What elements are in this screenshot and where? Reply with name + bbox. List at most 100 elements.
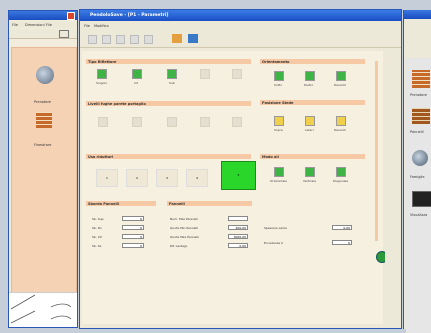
right-label-pannelli: Pannelli (410, 130, 424, 134)
btn-disabled-2 (232, 69, 242, 79)
field-num-max[interactable] (228, 216, 248, 221)
label-sb-sup: Sb. Sup. (92, 217, 105, 221)
riduttore-4[interactable]: 4 (186, 169, 208, 187)
parameters-panel: Tipo Riflettore Singolo Inf Sub Livelli … (82, 51, 388, 324)
left-menubar: File Dimensioni File (9, 21, 77, 28)
label-davanti-2: Davanti (334, 128, 346, 132)
label-sb-sx: Sb. Sx (92, 244, 102, 248)
left-item-panel: Prenotare Finestrare (11, 47, 77, 303)
label-sub: Sub (169, 81, 175, 85)
livelli-btn-5 (232, 117, 242, 127)
label-inf: Inf (134, 81, 138, 85)
label-quota-min: Quota Min Pannelli (170, 226, 199, 230)
cut-icon[interactable] (130, 35, 139, 44)
right-label-prenotare: Prenotare (410, 93, 427, 97)
menu-file[interactable]: File (12, 23, 18, 27)
field-sb-inf[interactable]: 0 (122, 234, 144, 239)
label-eccedenza: Eccedenza X (264, 241, 284, 245)
group-title-tipo-riflettore: Tipo Riflettore (88, 60, 117, 64)
right-window: Prenotare Pannelli Famiglie Visualizza (403, 10, 431, 333)
left-toolbar (9, 29, 77, 39)
riduttore-1[interactable]: 1 (96, 169, 118, 187)
decorative-lines (10, 294, 72, 324)
menu-file[interactable]: File (84, 24, 90, 28)
tool-blue-icon[interactable] (188, 34, 198, 43)
main-vertical-scrollbar[interactable] (385, 51, 399, 324)
btn-sub[interactable] (167, 69, 177, 79)
monitor-icon[interactable] (412, 191, 431, 207)
btn-inf[interactable] (132, 69, 142, 79)
btn-singolo[interactable] (97, 69, 107, 79)
main-statusbar (80, 324, 401, 328)
mirror-icon[interactable] (36, 66, 54, 84)
group-title-sbordo: Sbordo Pannelli (88, 202, 120, 206)
copy-icon[interactable] (144, 35, 153, 44)
panel-icon[interactable] (412, 108, 430, 124)
btn-lateri[interactable] (305, 116, 315, 126)
left-bottom-panel (9, 292, 77, 327)
label-dietro: Dietro (304, 83, 314, 87)
open-icon[interactable] (102, 35, 111, 44)
btn-dietro[interactable] (305, 71, 315, 81)
btn-verticale[interactable] (305, 167, 315, 177)
group-title-uso-riduttori: Uso riduttori (88, 155, 114, 159)
field-quota-max[interactable]: 3000.00 (228, 234, 248, 239)
btn-disabled-1 (200, 69, 210, 79)
main-titlebar: PendoloSave - [P1 - Parametri] (80, 10, 401, 21)
brick-icon[interactable] (36, 112, 52, 128)
field-sb-sx[interactable]: 0 (122, 243, 144, 248)
label-verticale: Verticale (303, 179, 317, 183)
btn-sopra[interactable] (274, 116, 284, 126)
riduttore-2[interactable]: 2 (126, 169, 148, 187)
riduttore-5-selected[interactable]: 5 (221, 161, 256, 190)
label-davanti: Davanti (334, 83, 346, 87)
btn-davanti[interactable] (336, 71, 346, 81)
group-title-orientamento: Orientamento (262, 60, 290, 64)
label-rif-lav: Rif. Lavtegl. (170, 244, 188, 248)
btn-diagonale[interactable] (336, 167, 346, 177)
livelli-btn-4 (200, 117, 210, 127)
item-label-finestrare: Finestrare (34, 143, 52, 147)
field-sb-sup[interactable]: 0 (122, 216, 144, 221)
label-sb-inf: Sb. Inf. (92, 235, 103, 239)
main-toolbar (80, 31, 401, 48)
field-quota-min[interactable]: 200.00 (228, 225, 248, 230)
label-singolo: Singolo (96, 81, 108, 85)
label-quota-max: Quota Max Pannelli (170, 235, 199, 239)
mirror-icon[interactable] (412, 150, 428, 166)
right-label-famiglie: Famiglie (410, 175, 425, 179)
btn-orizzontale[interactable] (274, 167, 284, 177)
close-icon[interactable] (67, 12, 75, 20)
menu-dimensioni[interactable]: Dimensioni (25, 23, 45, 27)
group-title-livelli: Livelli fughe parete portaglio (88, 102, 146, 106)
group-title-modo-ali: Modo ali (262, 155, 279, 159)
main-menubar: File Modifica (80, 22, 401, 30)
label-orizzontale: Orizzontale (270, 179, 288, 183)
right-titlebar (404, 10, 431, 19)
field-spessore-lama[interactable]: 0.00 (332, 225, 352, 230)
label-sb-dx: Sb. Dx (92, 226, 102, 230)
item-label-prenotare: Prenotare (34, 100, 51, 104)
main-window-title: PendoloSave - [P1 - Parametri] (90, 13, 169, 18)
label-sotto: Sotto (274, 83, 282, 87)
btn-davanti-2[interactable] (336, 116, 346, 126)
save-icon[interactable] (116, 35, 125, 44)
left-window: File Dimensioni File Prenotare Finestrar… (8, 10, 78, 328)
main-window: PendoloSave - [P1 - Parametri] File Modi… (79, 9, 402, 329)
menu-modifica[interactable]: Modifica (94, 24, 109, 28)
menu-file-2[interactable]: File (46, 23, 52, 27)
btn-sotto[interactable] (274, 71, 284, 81)
label-num-max: Num. Max Pannelli (170, 217, 198, 221)
right-label-visualizza: Visualizza (410, 213, 428, 217)
grid-icon[interactable] (59, 30, 69, 38)
tool-orange-icon[interactable] (172, 34, 182, 43)
brick-icon[interactable] (412, 70, 430, 88)
label-sopra: Sopra (274, 128, 283, 132)
riduttore-3[interactable]: 3 (156, 169, 178, 187)
field-rif-lav[interactable]: 0.00 (228, 243, 248, 248)
livelli-btn-2 (132, 117, 142, 127)
field-sb-dx[interactable]: 0 (122, 225, 144, 230)
new-icon[interactable] (88, 35, 97, 44)
field-eccedenza[interactable]: 0 (332, 240, 352, 245)
vertical-separator (375, 61, 378, 241)
